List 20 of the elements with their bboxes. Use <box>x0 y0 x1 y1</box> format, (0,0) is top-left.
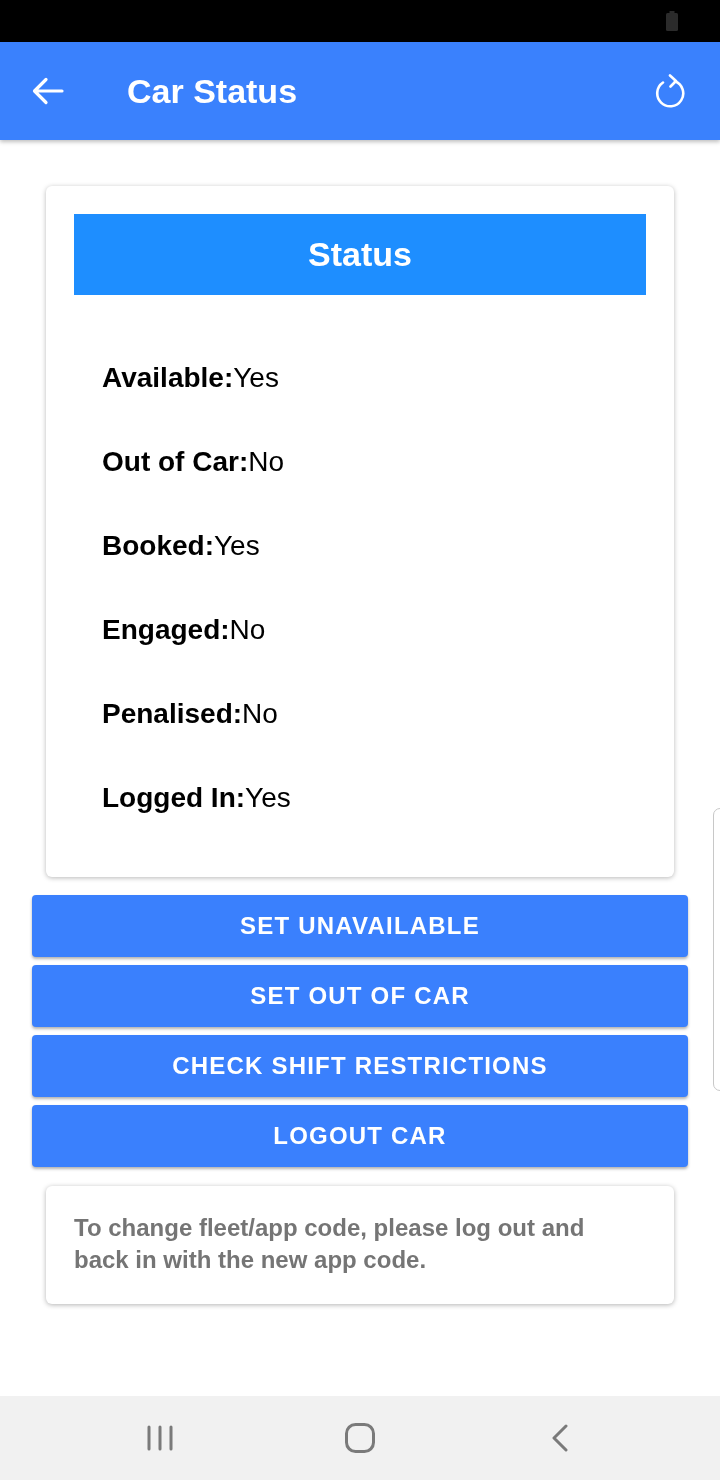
action-button[interactable]: SET OUT OF CAR <box>32 965 688 1027</box>
battery-icon <box>666 11 678 31</box>
back-chevron-icon <box>551 1424 569 1452</box>
status-row-text: Out of Car:No <box>102 448 284 476</box>
status-row-text: Available:Yes <box>102 364 279 392</box>
refresh-icon <box>655 74 687 108</box>
action-button[interactable]: CHECK SHIFT RESTRICTIONS <box>32 1035 688 1097</box>
home-icon <box>345 1423 375 1453</box>
refresh-button[interactable] <box>654 73 688 109</box>
info-note: To change fleet/app code, please log out and back in with the new app code. <box>74 1213 586 1275</box>
page-title: Car Status <box>127 74 298 108</box>
status-row-text: Penalised:No <box>102 700 278 728</box>
recent-apps-icon <box>147 1425 173 1451</box>
back-arrow-icon <box>32 77 64 105</box>
status-row-text: Engaged:No <box>102 616 266 644</box>
status-row-text: Logged In:Yes <box>102 784 291 812</box>
action-button[interactable]: SET UNAVAILABLE <box>32 895 688 957</box>
action-button[interactable]: LOGOUT CAR <box>32 1105 688 1167</box>
status-row-text: Booked:Yes <box>102 532 260 560</box>
status-heading: Status <box>308 234 412 275</box>
